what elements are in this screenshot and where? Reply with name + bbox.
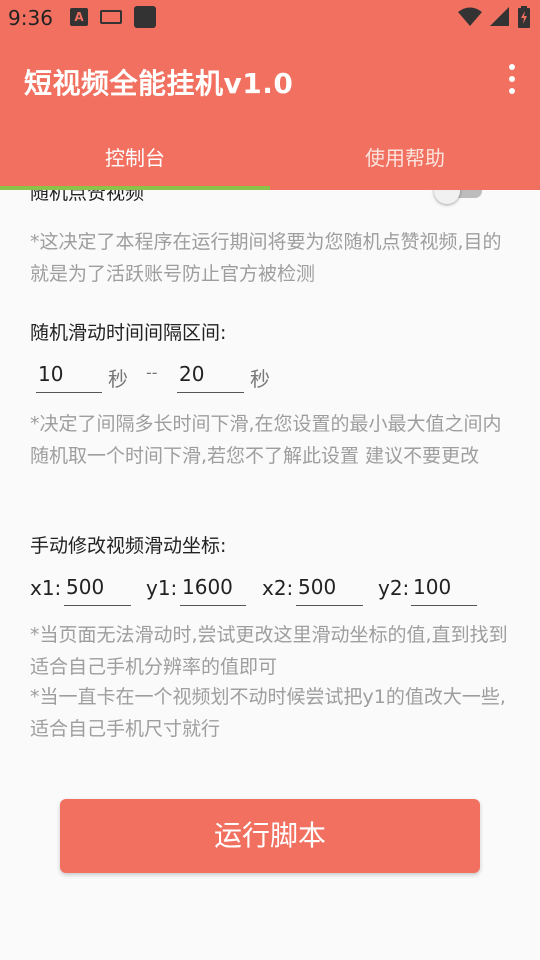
- y2-label: y2:: [378, 576, 410, 600]
- status-time: 9:36: [8, 6, 53, 30]
- swipe-coords-hint-2: *当一直卡在一个视频划不动时候尝试把y1的值改大一些,适合自己手机尺寸就行: [30, 686, 506, 740]
- app-bar: 9:36 A 短视频全能挂机v1.0 控制台 使用帮助: [0, 0, 540, 190]
- random-like-switch[interactable]: [434, 190, 488, 206]
- battery-icon: [518, 6, 530, 28]
- min-seconds-input[interactable]: 10: [36, 359, 102, 393]
- status-bar: 9:36 A: [0, 0, 540, 36]
- swipe-coords-label: 手动修改视频滑动坐标:: [30, 535, 227, 557]
- interval-separator: --: [146, 363, 158, 382]
- tab-help-label: 使用帮助: [365, 146, 445, 170]
- swipe-interval-hint: *决定了间隔多长时间下滑,在您设置的最小最大值之间内随机取一个时间下滑,若您不了…: [30, 413, 502, 467]
- tab-help[interactable]: 使用帮助: [270, 142, 540, 171]
- a-icon: A: [70, 8, 88, 26]
- min-seconds-unit: 秒: [108, 367, 128, 391]
- x2-input[interactable]: 500: [296, 572, 363, 606]
- x1-input[interactable]: 500: [64, 572, 131, 606]
- x1-label: x1:: [30, 576, 62, 600]
- y1-input[interactable]: 1600: [180, 572, 246, 606]
- keyboard-icon: [100, 10, 122, 24]
- random-like-label: 随机点赞视频: [30, 190, 145, 204]
- max-seconds-unit: 秒: [250, 367, 270, 391]
- console-content[interactable]: 随机点赞视频 *这决定了本程序在运行期间将要为您随机点赞视频,目的就是为了活跃账…: [0, 190, 540, 960]
- y2-input[interactable]: 100: [411, 572, 477, 606]
- more-vert-icon[interactable]: [506, 64, 518, 94]
- run-script-button[interactable]: 运行脚本: [60, 799, 480, 873]
- x2-label: x2:: [262, 576, 294, 600]
- wifi-icon: [458, 7, 482, 26]
- swipe-interval-label: 随机滑动时间间隔区间:: [30, 322, 227, 344]
- app-icon: [134, 6, 156, 28]
- swipe-coords-hint-1: *当页面无法滑动时,尝试更改这里滑动坐标的值,直到找到适合自己手机分辨率的值即可: [30, 624, 508, 678]
- max-seconds-input[interactable]: 20: [177, 359, 244, 393]
- signal-icon: [490, 7, 509, 26]
- app-title: 短视频全能挂机v1.0: [24, 67, 294, 100]
- random-like-hint: *这决定了本程序在运行期间将要为您随机点赞视频,目的就是为了活跃账号防止官方被检…: [30, 231, 502, 285]
- tab-console-label: 控制台: [105, 146, 165, 170]
- tab-console[interactable]: 控制台: [0, 142, 270, 171]
- y1-label: y1:: [146, 576, 178, 600]
